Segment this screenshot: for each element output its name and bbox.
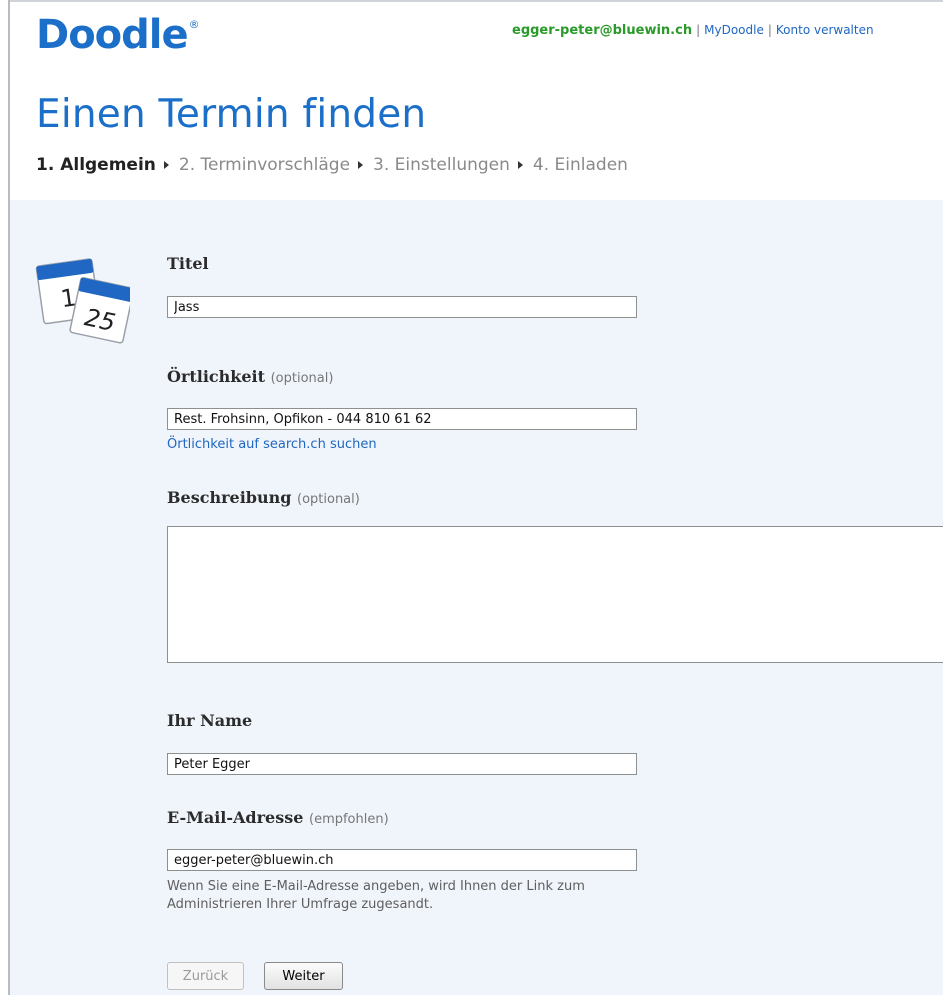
logo-text: Doodle [36,12,189,58]
description-textarea[interactable] [167,526,943,663]
user-email[interactable]: egger-peter@bluewin.ch [512,23,692,38]
step-arrow-icon [358,160,364,169]
email-label: E-Mail-Adresse (empfohlen) [167,808,389,827]
email-label-text: E-Mail-Adresse [167,808,304,827]
registered-mark: ® [188,18,200,31]
location-label-text: Örtlichkeit [167,367,266,386]
step-arrow-icon [163,160,169,169]
name-label: Ihr Name [167,711,252,730]
email-hint: Wenn Sie eine E-Mail-Adresse angeben, wi… [167,879,585,912]
email-input[interactable] [167,849,637,871]
name-input[interactable] [167,753,637,775]
description-label: Beschreibung (optional) [167,488,360,507]
step-2: 2. Terminvorschläge [178,155,351,175]
mydoodle-link[interactable]: MyDoodle [704,23,764,37]
description-optional-text: (optional) [297,492,360,507]
title-label: Titel [167,254,209,273]
step-3: 3. Einstellungen [373,155,510,175]
location-optional-text: (optional) [270,371,334,386]
user-bar: egger-peter@bluewin.ch | MyDoodle | Konto ve… [512,23,874,38]
step-1: 1. Allgemein [36,155,156,175]
back-button[interactable]: Zurück [167,962,244,990]
page-title: Einen Termin finden [36,92,427,137]
separator: | [767,23,772,37]
wizard-steps: 1. Allgemein 2. Terminvorschläge 3. Einste… [36,155,628,175]
title-label-text: Titel [167,254,209,273]
email-recommended-text: (empfohlen) [309,812,389,827]
step-4: 4. Einladen [532,155,628,175]
window-top-border [8,0,943,2]
doodle-logo[interactable]: Doodle® [36,12,200,58]
account-link[interactable]: Konto verwalten [776,23,874,37]
separator: | [696,23,701,37]
location-input[interactable] [167,408,637,430]
calendar-icon: 1 25 [35,258,130,344]
title-input[interactable] [167,296,637,318]
location-label: Örtlichkeit (optional) [167,367,333,386]
step-arrow-icon [517,160,523,169]
next-button[interactable]: Weiter [264,962,343,990]
name-label-text: Ihr Name [167,711,253,730]
location-search-link[interactable]: Örtlichkeit auf search.ch suchen [167,437,377,452]
description-label-text: Beschreibung [167,488,292,507]
